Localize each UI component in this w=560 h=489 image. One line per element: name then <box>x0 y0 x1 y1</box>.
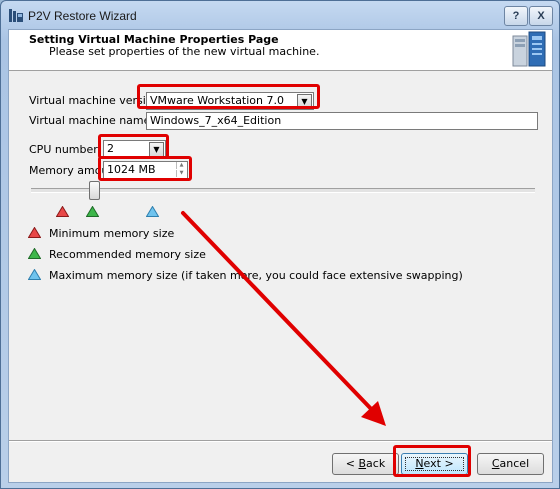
annotation-arrow-icon <box>181 211 386 426</box>
